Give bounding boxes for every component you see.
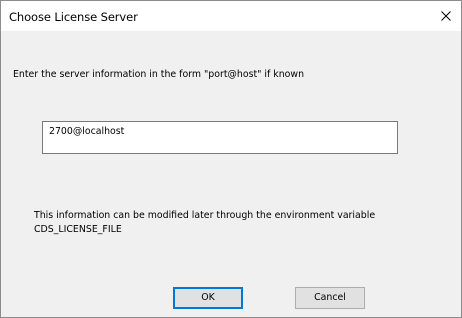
cancel-button[interactable]: Cancel xyxy=(295,287,365,309)
license-server-dialog: Choose License Server Enter the server i… xyxy=(0,0,462,318)
title-bar: Choose License Server xyxy=(1,1,461,31)
server-prompt-label: Enter the server information in the form… xyxy=(13,69,305,80)
close-icon xyxy=(441,11,451,21)
ok-button[interactable]: OK xyxy=(173,287,243,309)
close-button[interactable] xyxy=(431,1,461,31)
info-text-line-1: This information can be modified later t… xyxy=(34,210,376,221)
server-input[interactable] xyxy=(42,121,398,154)
dialog-title: Choose License Server xyxy=(9,10,138,24)
info-text-line-2: CDS_LICENSE_FILE xyxy=(34,224,122,235)
